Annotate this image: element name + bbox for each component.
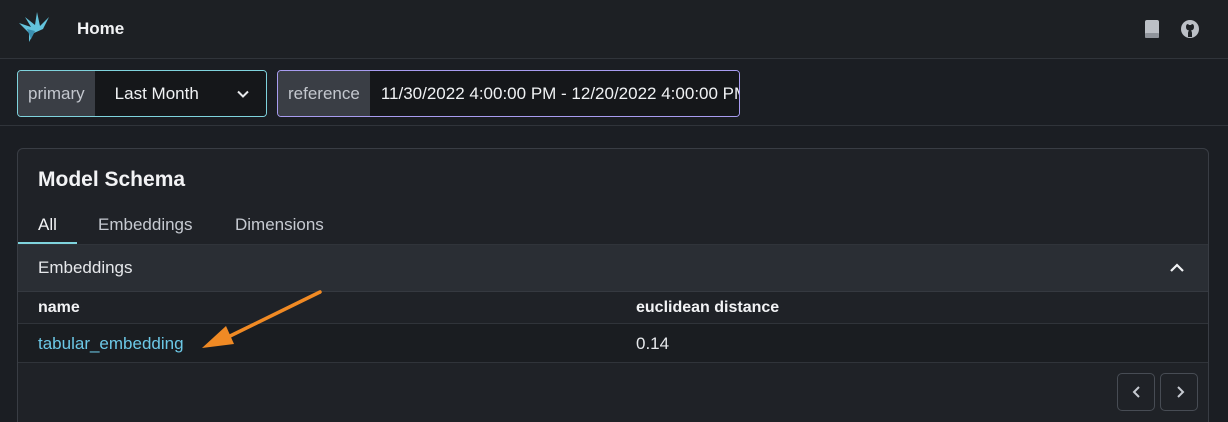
time-range-controls: primary Last Month reference 11/30/2022 … bbox=[0, 60, 1228, 126]
chevron-right-icon bbox=[1177, 386, 1185, 398]
tab-all[interactable]: All bbox=[38, 215, 57, 235]
euclidean-distance-value: 0.14 bbox=[636, 334, 670, 353]
logo-icon[interactable] bbox=[17, 9, 51, 45]
primary-value[interactable]: Last Month bbox=[94, 71, 266, 116]
home-link[interactable]: Home bbox=[77, 19, 124, 39]
annotation-arrow-icon bbox=[202, 290, 322, 348]
embeddings-section-header[interactable]: Embeddings bbox=[18, 245, 1208, 292]
embedding-name-link[interactable]: tabular_embedding bbox=[38, 334, 184, 354]
reference-time-range-input[interactable]: reference 11/30/2022 4:00:00 PM - 12/20/… bbox=[277, 70, 740, 117]
github-icon[interactable] bbox=[1180, 19, 1200, 39]
chevron-up-icon[interactable] bbox=[1168, 260, 1186, 276]
column-header-name[interactable]: name bbox=[38, 299, 80, 317]
reference-label: reference bbox=[278, 71, 370, 116]
active-tab-indicator bbox=[18, 242, 77, 244]
tab-dimensions[interactable]: Dimensions bbox=[235, 215, 324, 235]
primary-time-range-select[interactable]: primary Last Month bbox=[17, 70, 267, 117]
reference-value[interactable]: 11/30/2022 4:00:00 PM - 12/20/2022 4:00:… bbox=[369, 71, 739, 116]
top-navigation: Home bbox=[0, 0, 1228, 59]
card-title: Model Schema bbox=[38, 168, 186, 191]
primary-label: primary bbox=[18, 71, 95, 116]
next-page-button[interactable] bbox=[1160, 373, 1198, 411]
schema-tabs: All Embeddings Dimensions bbox=[18, 209, 1208, 245]
model-schema-card: Model Schema All Embeddings Dimensions E… bbox=[17, 148, 1209, 422]
primary-value-text: Last Month bbox=[114, 83, 199, 103]
column-header-euclidean-distance[interactable]: euclidean distance bbox=[636, 299, 779, 317]
docs-icon[interactable] bbox=[1142, 19, 1162, 39]
section-title: Embeddings bbox=[38, 258, 133, 277]
tab-embeddings[interactable]: Embeddings bbox=[98, 215, 193, 235]
chevron-down-icon[interactable] bbox=[236, 87, 250, 101]
chevron-left-icon bbox=[1132, 386, 1140, 398]
previous-page-button[interactable] bbox=[1117, 373, 1155, 411]
